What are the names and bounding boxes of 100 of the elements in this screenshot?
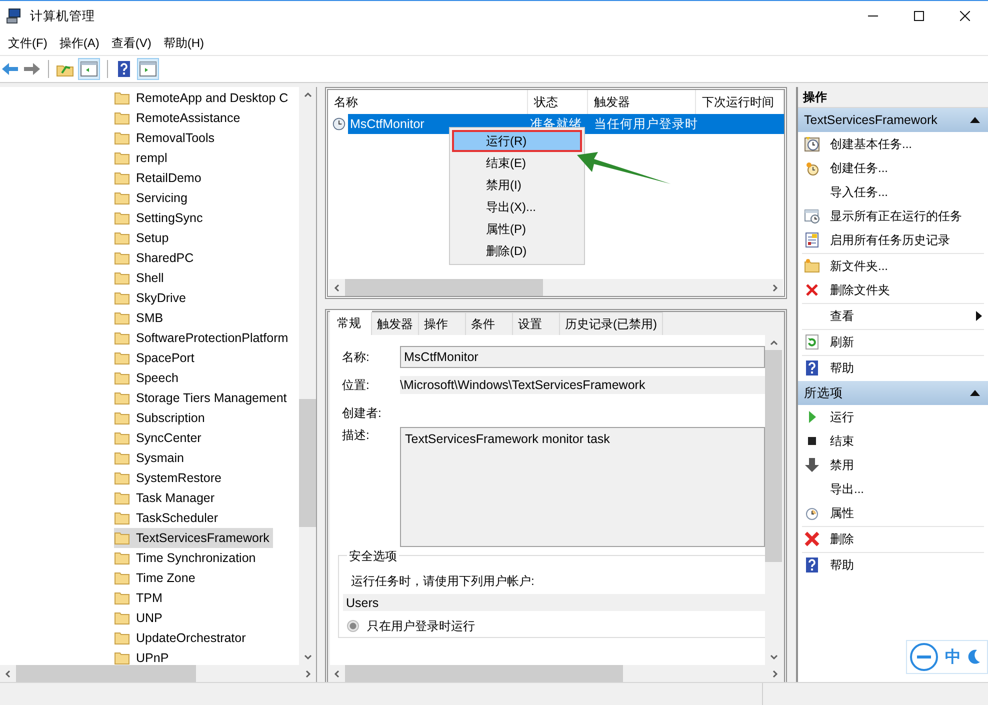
scroll-up-icon[interactable] (304, 91, 312, 99)
scroll-down-icon[interactable] (304, 653, 312, 661)
tree-item[interactable]: SkyDrive (114, 288, 190, 308)
scrollbar-thumb[interactable] (299, 399, 316, 527)
menu-item[interactable]: 文件(F) (2, 34, 54, 52)
forward-arrow-icon[interactable] (23, 61, 41, 77)
radio-label: 只在用户登录时运行 (367, 618, 475, 634)
tree-item[interactable]: SharedPC (114, 248, 198, 268)
back-arrow-icon[interactable] (1, 61, 19, 77)
tree-item[interactable]: Time Synchronization (114, 548, 260, 568)
tree-item[interactable]: Shell (114, 268, 168, 288)
scroll-left-icon[interactable] (333, 284, 341, 292)
field-label: 名称: (342, 348, 370, 366)
context-menu-item[interactable]: 运行(R) (452, 130, 582, 152)
action-item[interactable]: 创建任务... (802, 156, 984, 180)
menu-item[interactable]: 帮助(H) (157, 34, 210, 52)
tree-item[interactable]: Setup (114, 228, 173, 248)
horizontal-scrollbar[interactable] (0, 665, 316, 682)
name-field[interactable]: MsCtfMonitor (400, 346, 765, 368)
action-item[interactable]: 显示所有正在运行的任务 (802, 204, 984, 228)
folder-icon (114, 610, 130, 626)
tree-item[interactable]: SystemRestore (114, 468, 226, 488)
input-mode[interactable]: 中 (945, 646, 961, 668)
action-item[interactable]: 帮助 (802, 553, 984, 577)
moon-icon[interactable] (967, 649, 981, 665)
scroll-right-icon[interactable] (771, 284, 779, 292)
action-item[interactable]: 结束 (802, 429, 984, 453)
group-title: 安全选项 (347, 548, 399, 565)
action-item[interactable]: 查看 (802, 304, 984, 328)
context-menu-item[interactable]: 导出(X)... (452, 196, 582, 218)
tree-item[interactable]: UpdateOrchestrator (114, 628, 250, 648)
tree-item[interactable]: TextServicesFramework (114, 528, 274, 548)
menu-item[interactable]: 查看(V) (105, 34, 158, 52)
horizontal-scrollbar[interactable] (329, 279, 783, 296)
action-item[interactable]: 运行 (802, 405, 984, 429)
context-menu-item[interactable]: 删除(D) (452, 240, 582, 262)
tree-item[interactable]: Speech (114, 368, 182, 388)
section-header[interactable]: TextServicesFramework (798, 108, 988, 132)
scroll-up-icon[interactable] (770, 339, 778, 347)
panel-icon (139, 61, 157, 77)
folder-icon (114, 570, 130, 586)
menu-item[interactable]: 操作(A) (53, 34, 106, 52)
context-menu-item[interactable]: 属性(P) (452, 218, 582, 240)
scrollbar-thumb[interactable] (345, 665, 623, 682)
scroll-down-icon[interactable] (770, 653, 778, 661)
tree-item[interactable]: SMB (114, 308, 168, 328)
tree-item[interactable]: Task Manager (114, 488, 219, 508)
tree-item[interactable]: RetailDemo (114, 168, 206, 188)
folder-icon (114, 110, 130, 126)
scrollbar-thumb[interactable] (345, 279, 543, 296)
tree-item[interactable]: SettingSync (114, 208, 207, 228)
action-item[interactable]: 创建基本任务... (802, 132, 984, 156)
context-menu-item[interactable]: 禁用(I) (452, 174, 582, 196)
tab[interactable]: 常规 (330, 310, 372, 335)
section-header[interactable]: 所选项 (798, 381, 988, 405)
tree-item[interactable]: Servicing (114, 188, 192, 208)
tree-item[interactable]: SpacePort (114, 348, 198, 368)
show-action-pane-button[interactable] (137, 58, 159, 80)
tree-item[interactable]: RemoteAssistance (114, 108, 244, 128)
ime-logo-icon[interactable] (909, 642, 939, 672)
description-field[interactable]: TextServicesFramework monitor task (400, 427, 765, 547)
action-item[interactable]: 启用所有任务历史记录 (802, 228, 984, 252)
folder-icon (114, 410, 130, 426)
tree-item[interactable]: SoftwareProtectionPlatform (114, 328, 292, 348)
action-item[interactable]: 删除文件夹 (802, 278, 984, 302)
action-item[interactable]: 刷新 (802, 330, 984, 354)
tree-item[interactable]: Subscription (114, 408, 209, 428)
folder-icon (114, 90, 130, 106)
tree-item[interactable]: UNP (114, 608, 166, 628)
action-item[interactable]: 帮助 (802, 356, 984, 380)
radio-button[interactable] (347, 620, 359, 632)
tab[interactable]: 触发器 (371, 312, 419, 335)
help-icon[interactable] (115, 61, 133, 77)
tree-item[interactable]: Storage Tiers Management (114, 388, 291, 408)
tree-item[interactable]: TaskScheduler (114, 508, 222, 528)
scrollbar-thumb[interactable] (765, 350, 782, 562)
tab[interactable]: 历史记录(已禁用) (559, 312, 663, 335)
action-item[interactable]: 导出... (802, 477, 984, 501)
tree-item[interactable]: RemovalTools (114, 128, 219, 148)
hide-tree-button[interactable] (78, 58, 100, 80)
tree-item[interactable]: RemoteApp and Desktop C (114, 88, 292, 108)
tree-item[interactable]: rempl (114, 148, 172, 168)
folder-icon (114, 430, 130, 446)
tree-item[interactable]: Time Zone (114, 568, 200, 588)
tree-item[interactable]: SyncCenter (114, 428, 206, 448)
action-item[interactable]: 禁用 (802, 453, 984, 477)
action-item[interactable]: 导入任务... (802, 180, 984, 204)
action-item[interactable]: 属性 (802, 501, 984, 525)
action-item[interactable]: 删除 (802, 527, 984, 551)
tree-item[interactable]: Sysmain (114, 448, 188, 468)
scroll-left-icon[interactable] (333, 670, 341, 678)
context-menu-item[interactable]: 结束(E) (452, 152, 582, 174)
tree-item[interactable]: TPM (114, 588, 166, 608)
scroll-left-icon[interactable] (4, 670, 12, 678)
scroll-right-icon[interactable] (771, 670, 779, 678)
scroll-right-icon[interactable] (304, 670, 312, 678)
tree-item[interactable]: UPnP (114, 648, 173, 665)
action-item[interactable]: 新文件夹... (802, 254, 984, 278)
scrollbar-thumb[interactable] (16, 665, 196, 682)
folder-icon (114, 270, 130, 286)
